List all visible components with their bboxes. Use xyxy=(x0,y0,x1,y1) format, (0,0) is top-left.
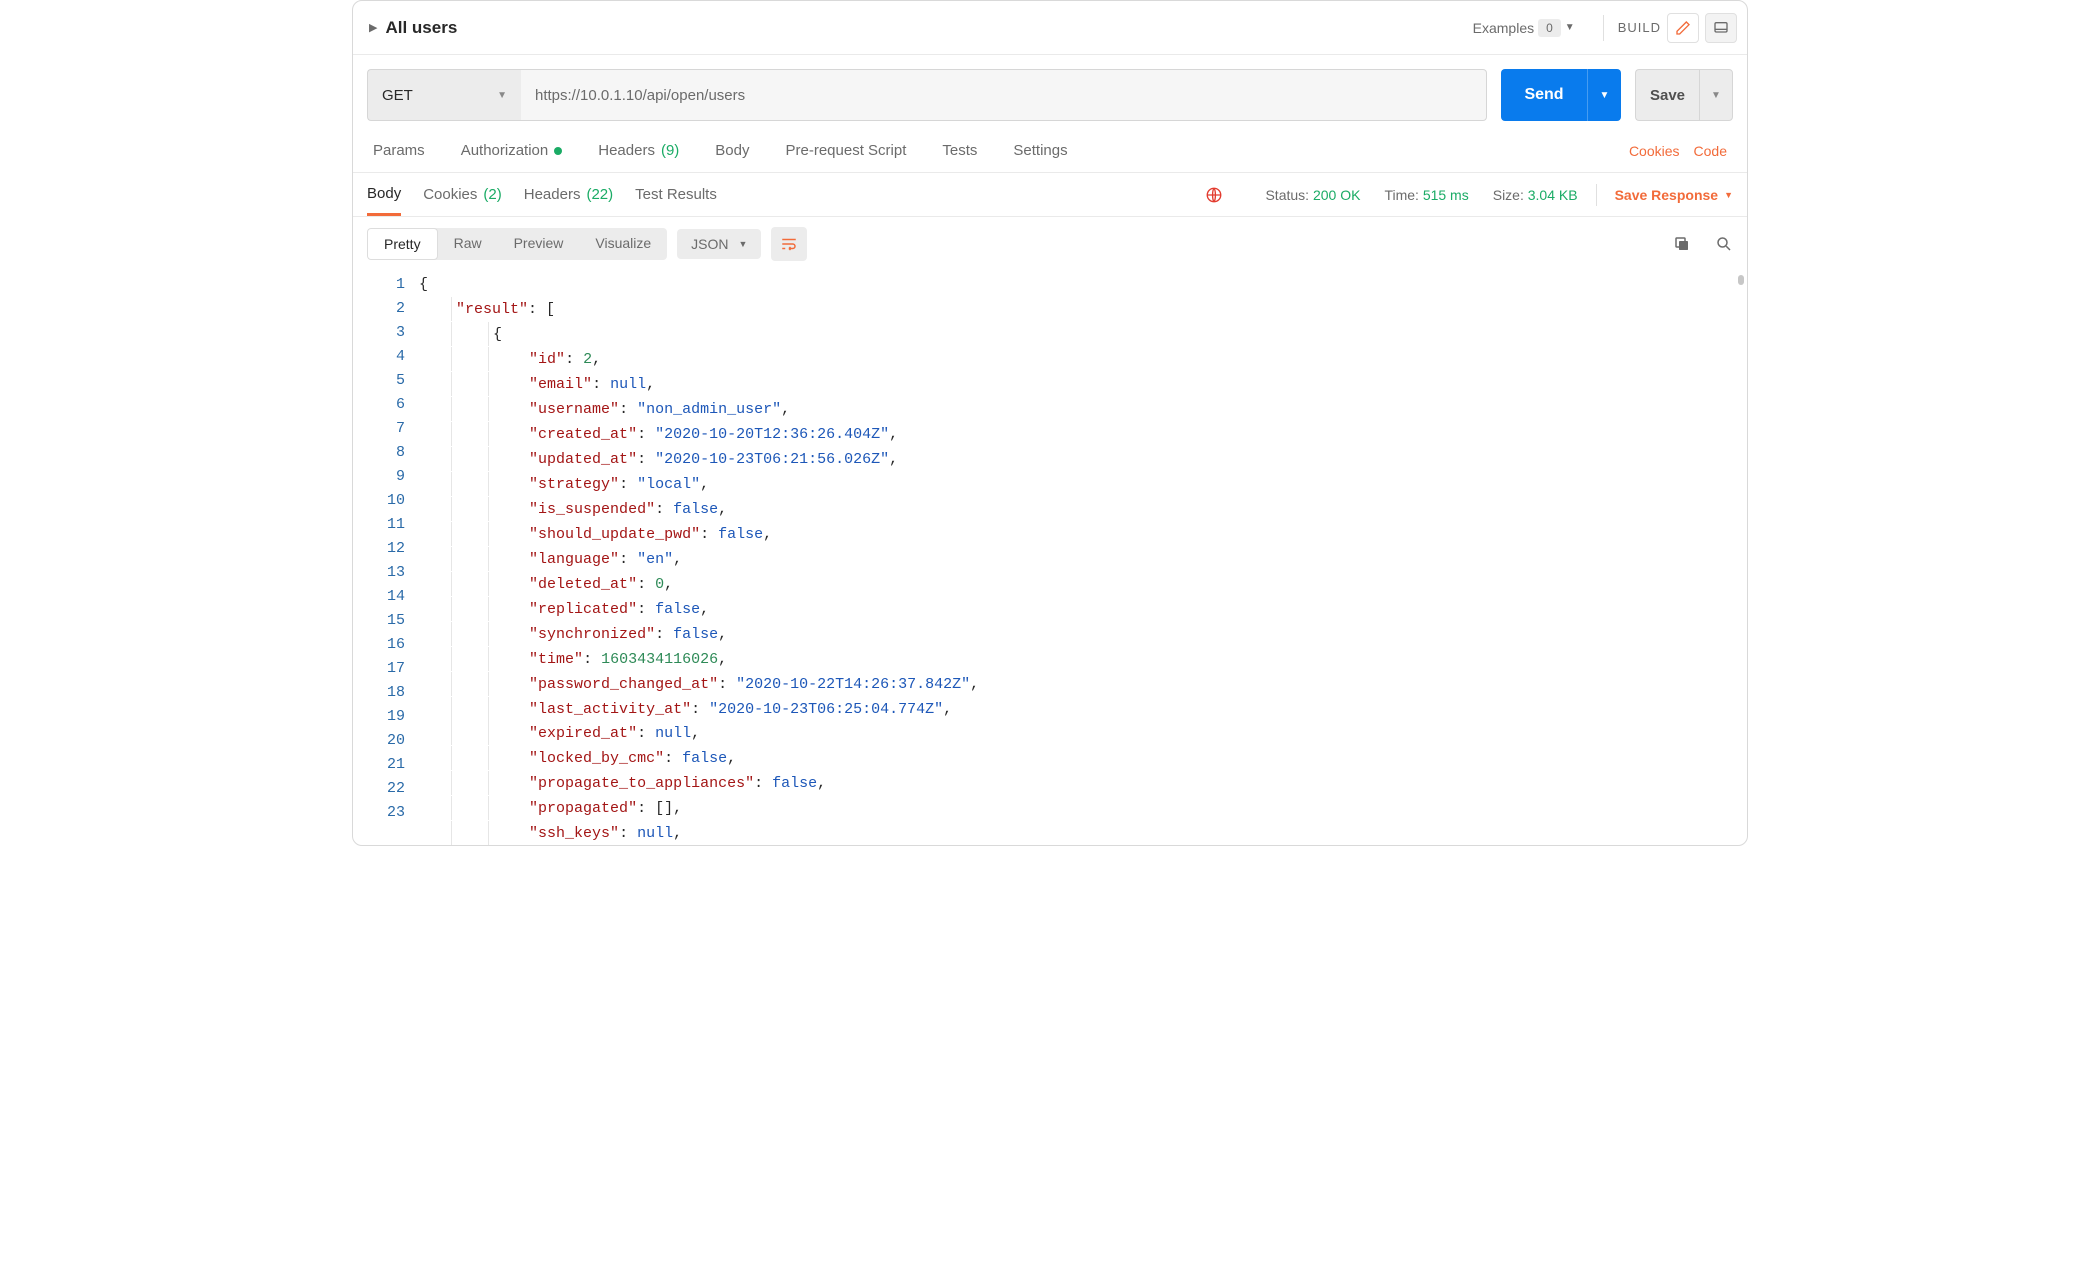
search-icon xyxy=(1715,235,1733,253)
url-input[interactable]: https://10.0.1.10/api/open/users xyxy=(521,69,1487,121)
resp-headers-label: Headers xyxy=(524,186,581,203)
method-value: GET xyxy=(382,87,413,104)
send-button[interactable]: Send xyxy=(1501,69,1587,121)
view-visualize[interactable]: Visualize xyxy=(579,228,667,260)
layout-button[interactable] xyxy=(1705,13,1737,43)
time-meta: Time: 515 ms xyxy=(1384,187,1468,203)
code-link[interactable]: Code xyxy=(1694,143,1727,159)
view-pretty[interactable]: Pretty xyxy=(367,228,438,260)
request-title: All users xyxy=(385,18,457,38)
view-mode-segment: Pretty Raw Preview Visualize xyxy=(367,228,667,260)
copy-icon xyxy=(1673,235,1691,253)
save-button[interactable]: Save xyxy=(1635,69,1699,121)
wrap-icon xyxy=(780,235,798,253)
view-raw[interactable]: Raw xyxy=(438,228,498,260)
url-value: https://10.0.1.10/api/open/users xyxy=(535,87,745,104)
wrap-lines-button[interactable] xyxy=(771,227,807,261)
copy-button[interactable] xyxy=(1673,235,1691,253)
view-preview[interactable]: Preview xyxy=(498,228,580,260)
pencil-icon xyxy=(1675,20,1691,36)
divider xyxy=(1603,15,1604,41)
tab-headers-label: Headers xyxy=(598,142,655,159)
method-dropdown[interactable]: GET ▼ xyxy=(367,69,521,121)
tab-params[interactable]: Params xyxy=(373,142,425,159)
build-label[interactable]: BUILD xyxy=(1618,20,1661,35)
status-meta: Status: 200 OK xyxy=(1265,187,1360,203)
tab-body[interactable]: Body xyxy=(715,142,749,159)
tab-headers-count: (9) xyxy=(661,142,679,159)
examples-dropdown-icon[interactable]: ▼ xyxy=(1565,22,1575,33)
resp-tab-body[interactable]: Body xyxy=(367,173,401,216)
resp-cookies-label: Cookies xyxy=(423,186,477,203)
format-value: JSON xyxy=(691,236,728,252)
resp-tab-headers[interactable]: Headers (22) xyxy=(524,173,613,216)
tab-settings[interactable]: Settings xyxy=(1013,142,1067,159)
tab-tests[interactable]: Tests xyxy=(942,142,977,159)
resp-tab-test-results[interactable]: Test Results xyxy=(635,173,717,216)
divider xyxy=(1596,184,1597,206)
tab-authorization-label: Authorization xyxy=(461,142,549,159)
examples-label[interactable]: Examples xyxy=(1473,20,1534,36)
tab-prerequest[interactable]: Pre-request Script xyxy=(786,142,907,159)
size-meta: Size: 3.04 KB xyxy=(1493,187,1578,203)
chevron-down-icon: ▼ xyxy=(497,90,507,101)
tab-authorization[interactable]: Authorization xyxy=(461,142,563,159)
save-dropdown-button[interactable]: ▼ xyxy=(1699,69,1733,121)
scrollbar-thumb[interactable] xyxy=(1738,275,1744,285)
resp-cookies-count: (2) xyxy=(483,186,501,203)
resp-headers-count: (22) xyxy=(586,186,613,203)
save-response-label: Save Response xyxy=(1615,187,1719,203)
chevron-down-icon: ▼ xyxy=(739,239,748,249)
expand-caret-icon[interactable]: ▶ xyxy=(369,21,377,34)
search-button[interactable] xyxy=(1715,235,1733,253)
save-response-button[interactable]: Save Response ▼ xyxy=(1615,187,1733,203)
comment-mode-button[interactable] xyxy=(1667,13,1699,43)
cookies-link[interactable]: Cookies xyxy=(1629,143,1680,159)
layout-icon xyxy=(1713,20,1729,36)
send-dropdown-button[interactable]: ▼ xyxy=(1587,69,1621,121)
network-icon[interactable] xyxy=(1205,186,1223,204)
line-number-gutter: 1234567891011121314151617181920212223 xyxy=(353,273,419,845)
chevron-down-icon: ▼ xyxy=(1724,190,1733,200)
examples-count-badge: 0 xyxy=(1538,19,1561,37)
authorization-indicator-icon xyxy=(554,147,562,155)
format-dropdown[interactable]: JSON ▼ xyxy=(677,229,761,259)
tab-headers[interactable]: Headers (9) xyxy=(598,142,679,159)
response-body-code[interactable]: { "result": [ { "id": 2, "email": null, … xyxy=(419,273,1747,845)
resp-tab-cookies[interactable]: Cookies (2) xyxy=(423,173,502,216)
